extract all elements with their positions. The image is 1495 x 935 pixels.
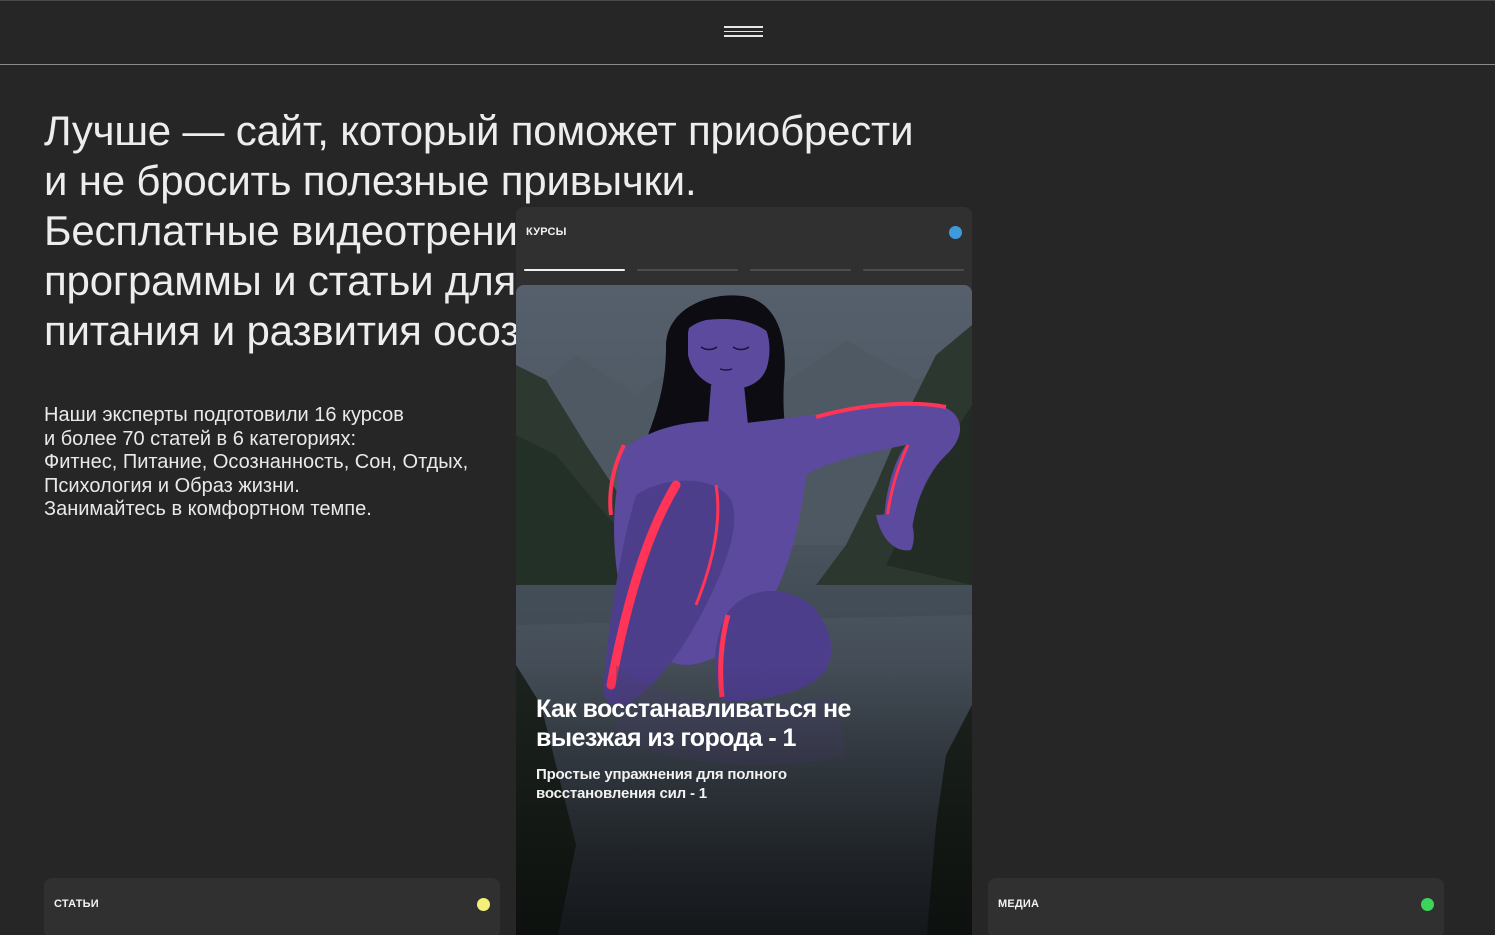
course-illustration [516,285,972,935]
hamburger-menu-icon[interactable] [724,26,763,40]
course-slide-subtitle: Простые упражнения для полного восстанов… [536,766,787,802]
courses-status-dot [949,226,962,239]
page: Лучше — сайт, который поможет приобрести… [0,0,1495,935]
progress-segment-4[interactable] [863,269,964,271]
course-slide-title[interactable]: Как восстанавливаться не выезжая из горо… [536,695,936,753]
articles-status-dot [477,898,490,911]
progress-segment-3[interactable] [750,269,851,271]
courses-card-label: КУРСЫ [526,226,567,238]
media-status-dot [1421,898,1434,911]
media-card-label: МЕДИА [998,898,1040,910]
articles-card-label: СТАТЬИ [54,898,99,910]
hero-description: Наши эксперты подготовили 16 курсов и бо… [44,404,469,520]
articles-card[interactable]: СТАТЬИ [44,878,500,935]
top-navigation-bar [0,0,1495,65]
slide-progress-indicator [524,269,964,271]
progress-segment-2[interactable] [637,269,738,271]
courses-card[interactable]: КУРСЫ Как восстанавливаться не выезжая и… [516,207,972,935]
progress-segment-1[interactable] [524,269,625,271]
course-slide-image[interactable] [516,285,972,935]
media-card[interactable]: МЕДИА [988,878,1444,935]
